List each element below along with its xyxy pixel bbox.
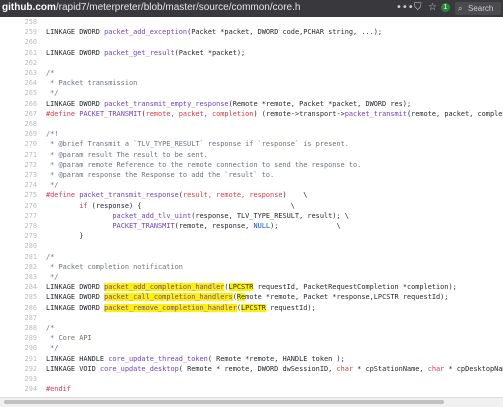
code-token: requestId, PacketRequestCompletion *comp… — [253, 283, 457, 292]
code-token: /* — [46, 252, 55, 261]
code-token: char — [427, 364, 445, 373]
code-token: ( — [224, 283, 229, 292]
code-token: packet_add_completion_handler — [104, 283, 225, 292]
code-view: 258 259 LINKAGE DWORD packet_add_exception… — [0, 17, 503, 397]
search-icon: ⌕ — [458, 4, 463, 13]
code-token: LINKAGE DWORD — [46, 48, 105, 57]
code-token: LINKAGE DWORD — [46, 293, 105, 302]
code-token: packet_get_result — [104, 48, 175, 57]
code-token: Re — [236, 293, 246, 302]
code-token: (Packet *packet, DWORD code,PCHAR string… — [187, 28, 383, 37]
code-token: * @param response the Response to add th… — [46, 171, 275, 179]
code-token: LINKAGE VOID — [46, 364, 100, 373]
code-token: packet_add_exception — [104, 28, 188, 37]
code-token: NULL — [253, 222, 271, 230]
code-line: 294 #endif — [0, 384, 503, 395]
code-token: mote *remote, Packet *response,LPCSTR re… — [245, 293, 449, 302]
code-token: (Remote *remote, Packet *packet, DWORD r… — [228, 99, 412, 108]
code-token: PACKET_TRANSMIT — [112, 222, 175, 230]
code-token: * Core API — [46, 334, 92, 343]
code-token: ( Remote * remote, DWORD dwSessionID, — [178, 364, 337, 373]
code-token: packet_transmit — [344, 109, 407, 118]
code-token: * Packet completion notification — [46, 262, 183, 271]
code-token: ) \ — [282, 191, 308, 200]
code-token: /* — [46, 69, 55, 77]
line-code: #endif — [46, 384, 71, 395]
code-token: packet_add_tlv_uint — [112, 211, 192, 220]
code-token: */ — [46, 344, 59, 353]
url-path: /rapid7/meterpreter/blob/master/source/c… — [55, 2, 301, 13]
code-token: result, remote, response — [182, 191, 283, 200]
browser-toolbar: github.com/rapid7/meterpreter/blob/maste… — [0, 0, 503, 17]
code-token: (remote, response, — [174, 222, 254, 230]
bookmark-star-icon[interactable]: ☆ — [428, 2, 437, 14]
code-token: (response, TLV_TYPE_RESULT, result); \ — [191, 211, 349, 220]
code-token: */ — [46, 181, 59, 190]
code-token: * cpDesktopName ); — [448, 364, 503, 373]
line-number[interactable]: 294 — [19, 384, 37, 395]
code-token: remote, packet, completion — [145, 109, 254, 118]
code-token: * @brief Transmit a `TLV_TYPE_RESULT` re… — [46, 140, 349, 149]
code-token: (response) { \ — [87, 201, 295, 210]
scrollbar-thumb[interactable] — [4, 400, 444, 404]
code-token: ) (remote->transport-> — [253, 109, 345, 118]
code-token: * cpStationName, — [353, 364, 428, 373]
code-token: packet_transmit_response — [79, 191, 179, 200]
code-token: (remote, packet, completion)) — [406, 109, 503, 118]
code-token: LINKAGE DWORD — [46, 283, 105, 292]
code-token: * @param remote Reference to the remote … — [46, 160, 362, 169]
search-placeholder: Search — [468, 4, 494, 13]
code-token: * Packet transmission — [46, 79, 138, 88]
code-token: LINKAGE DWORD — [46, 99, 105, 108]
code-token: ( Remote *remote, HANDLE token ); — [207, 354, 345, 363]
code-token: LPCSTR — [228, 283, 254, 292]
extension-badge[interactable]: 1 — [441, 3, 450, 12]
code-token: requestId); — [265, 303, 316, 312]
search-box[interactable]: ⌕ Search — [455, 2, 501, 15]
code-token: /* — [46, 324, 55, 332]
code-token: (Packet *packet); — [174, 48, 246, 57]
code-token: PACKET_TRANSMIT — [79, 109, 142, 118]
code-token: char — [336, 364, 354, 373]
code-token: packet_transmit_empty_response — [104, 99, 229, 108]
code-token: packet_call_completion_handlers — [104, 293, 233, 302]
code-token: * @param result The result to be sent. — [46, 150, 208, 159]
url-domain: github.com — [2, 2, 56, 13]
code-token: } — [46, 232, 84, 241]
address-bar[interactable]: github.com/rapid7/meterpreter/blob/maste… — [2, 1, 300, 15]
more-actions-icon[interactable]: ••• — [396, 2, 414, 14]
code-token: */ — [46, 273, 59, 281]
code-token: /*! — [46, 130, 59, 139]
code-token: LINKAGE DWORD — [46, 28, 105, 37]
code-token: LPCSTR — [241, 303, 266, 312]
code-token: packet_remove_completion_handler — [104, 303, 237, 312]
code-token: core_update_thread_token — [108, 354, 208, 363]
code-token: core_update_desktop — [99, 364, 179, 373]
code-token: #define — [46, 109, 80, 118]
code-token: #endif — [46, 385, 71, 394]
code-token: */ — [46, 89, 59, 98]
code-token: #define — [46, 191, 80, 200]
code-token: ); \ — [270, 222, 341, 230]
code-token: if — [79, 201, 88, 210]
code-token: LINKAGE DWORD — [46, 303, 105, 312]
code-token: LINKAGE HANDLE — [46, 354, 109, 363]
pocket-icon[interactable]: ⛉ — [414, 2, 422, 14]
